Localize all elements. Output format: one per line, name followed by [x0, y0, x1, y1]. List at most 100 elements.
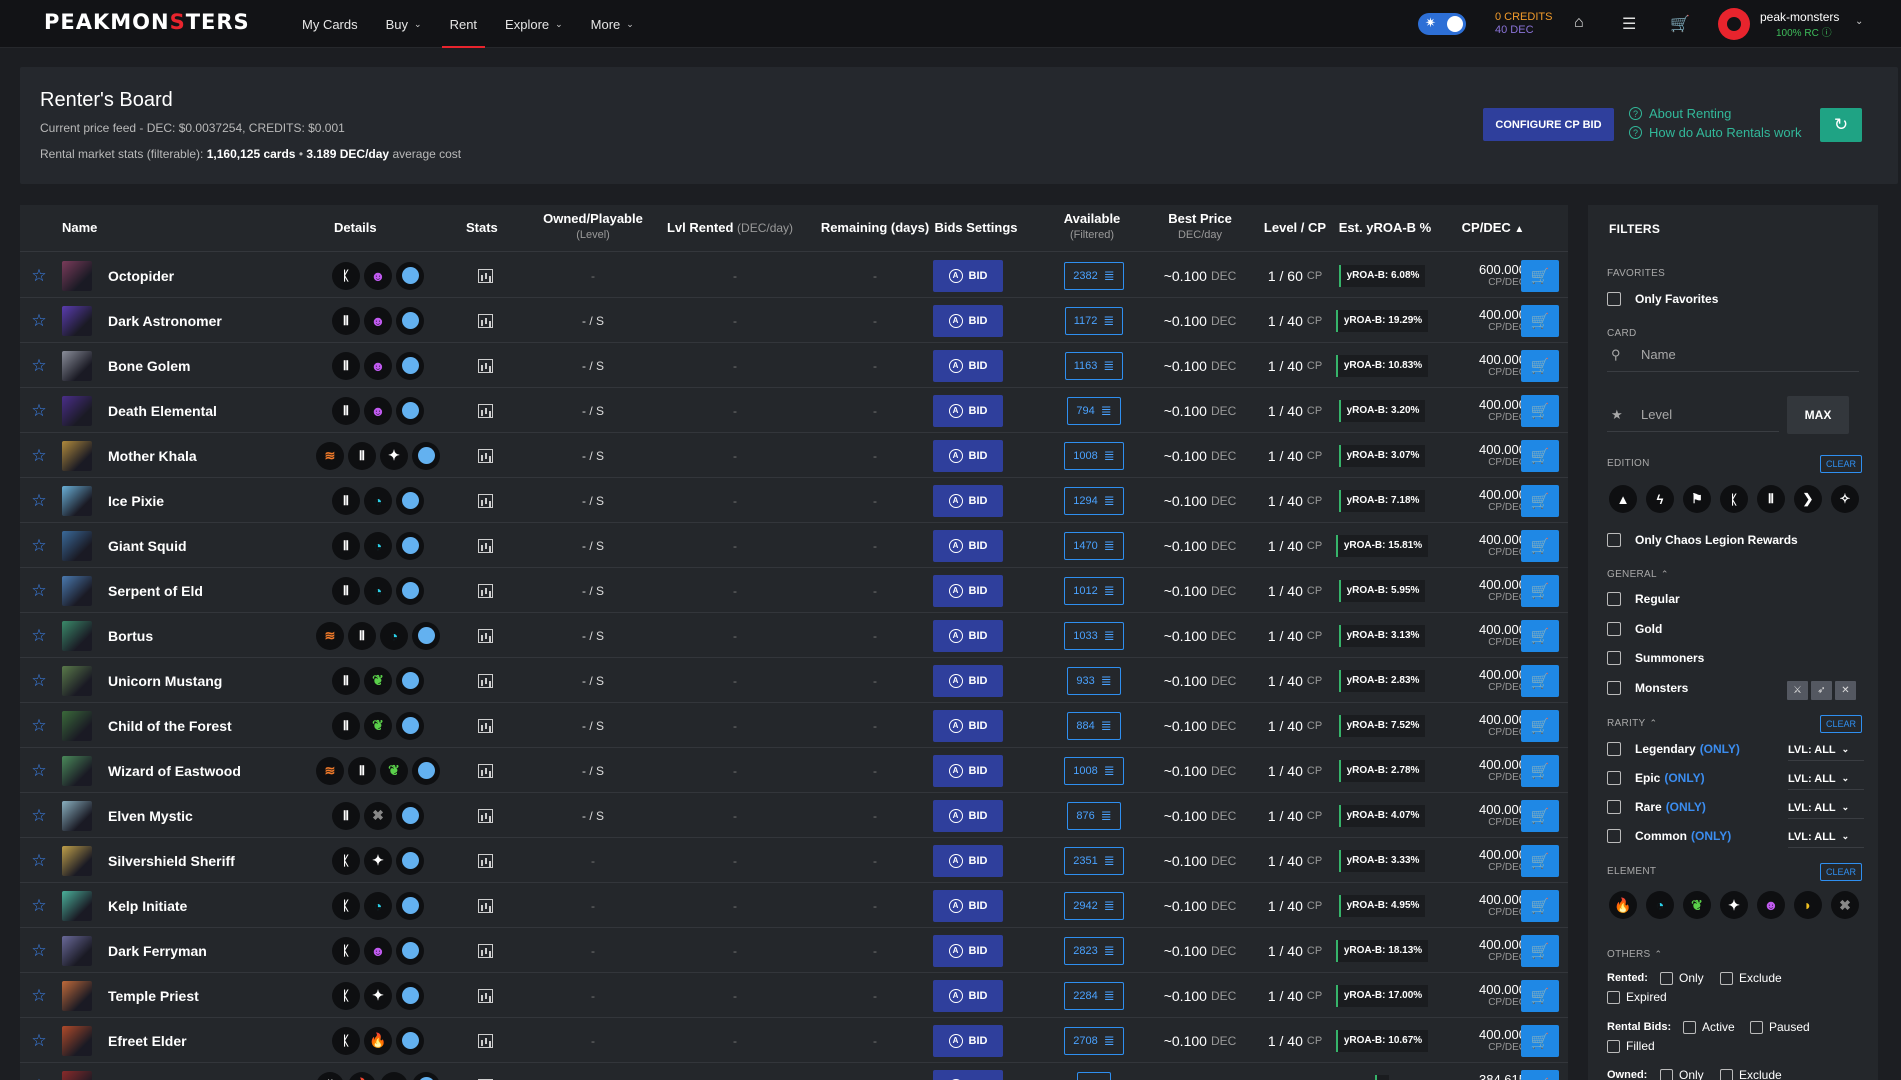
table-row[interactable]: ☆ Child of the Forest Ⅱ ❦ - / S - - A BID 884 ≣ ~0.… [20, 703, 1568, 748]
auto-rentals-link[interactable]: ? How do Auto Rentals work [1629, 125, 1801, 140]
available-count-button[interactable]: 1470 ≣ [1064, 531, 1124, 560]
life-element-icon[interactable]: ✦ [1720, 891, 1748, 919]
col-remaining[interactable]: Remaining (days) [810, 220, 940, 236]
clear-rarity-button[interactable]: CLEAR [1820, 715, 1862, 733]
favorite-star-icon[interactable]: ☆ [29, 478, 49, 523]
favorite-star-icon[interactable]: ☆ [29, 613, 49, 658]
add-to-cart-button[interactable]: 🛒 [1521, 259, 1559, 292]
name-input[interactable] [1641, 347, 1841, 362]
bid-button[interactable]: ABID [933, 1024, 1003, 1057]
bid-button[interactable]: ABID [933, 709, 1003, 742]
user-avatar[interactable] [1718, 8, 1750, 40]
card-name[interactable]: Death Elemental [108, 388, 217, 433]
earth-element-icon[interactable]: ❦ [1683, 891, 1711, 919]
favorite-star-icon[interactable]: ☆ [29, 793, 49, 838]
available-count-button[interactable]: 1008 ≣ [1064, 756, 1124, 785]
card-thumbnail[interactable] [62, 748, 92, 793]
col-lvl-rented[interactable]: Lvl Rented (DEC/day) [650, 220, 810, 236]
dice-edition-icon[interactable]: ❯ [1794, 485, 1822, 513]
summoners-checkbox[interactable]: Summoners [1607, 651, 1704, 665]
stats-chart-icon[interactable] [472, 1018, 498, 1063]
magic-icon[interactable]: ✕ [1835, 681, 1856, 700]
dragon-element-icon[interactable]: ◗ [1794, 891, 1822, 919]
fire-element-icon[interactable]: 🔥 [1609, 891, 1637, 919]
available-count-button[interactable]: 2284 ≣ [1064, 981, 1124, 1010]
bid-button[interactable]: ABID [933, 394, 1003, 427]
table-row[interactable]: ☆ Dark Astronomer Ⅱ ☻ - / S - - A BID 1172 ≣ ~0.100… [20, 298, 1568, 343]
add-to-cart-button[interactable]: 🛒 [1521, 844, 1559, 877]
table-row[interactable]: ☆ Bone Golem Ⅱ ☻ - / S - - A BID 1163 ≣ ~0.100 DEC 1 … [20, 343, 1568, 388]
card-thumbnail[interactable] [62, 793, 92, 838]
rarity-level-select[interactable]: LVL: ALL ⌄ [1788, 826, 1864, 848]
chaos-edition-icon[interactable]: ✧ [1831, 485, 1859, 513]
chevron-down-icon[interactable]: ⌄ [1855, 16, 1863, 27]
bid-button[interactable]: ABID [933, 979, 1003, 1012]
bid-button[interactable]: ABID [933, 1069, 1003, 1080]
card-thumbnail[interactable] [62, 1063, 92, 1080]
card-name[interactable]: Silvershield Sheriff [108, 838, 235, 883]
stats-chart-icon[interactable] [472, 838, 498, 883]
col-available[interactable]: Available (Filtered) [1042, 211, 1142, 243]
card-thumbnail[interactable] [62, 343, 92, 388]
card-name[interactable]: Kelp Initiate [108, 883, 187, 928]
card-thumbnail[interactable] [62, 388, 92, 433]
section-rarity[interactable]: RARITY ⌃ [1607, 718, 1657, 729]
card-name[interactable]: Serpent of Eld [108, 568, 203, 613]
level-input[interactable] [1641, 407, 1761, 422]
bid-button[interactable]: ABID [933, 349, 1003, 382]
favorite-star-icon[interactable]: ☆ [29, 838, 49, 883]
table-row[interactable]: ☆ Mother Khala ≋ Ⅱ ✦ - / S - - A BID 1008 ≣ ~0.100 DE… [20, 433, 1568, 478]
add-to-cart-button[interactable]: 🛒 [1521, 709, 1559, 742]
available-count-button[interactable]: 876 ≣ [1067, 801, 1121, 830]
add-to-cart-button[interactable]: 🛒 [1521, 484, 1559, 517]
favorite-star-icon[interactable]: ☆ [29, 703, 49, 748]
available-count-button[interactable]: 2942 ≣ [1064, 891, 1124, 920]
rented-only-checkbox[interactable]: Only [1660, 971, 1704, 985]
add-to-cart-button[interactable]: 🛒 [1521, 1024, 1559, 1057]
table-row[interactable]: ☆ Death Elemental Ⅱ ☻ - / S - - A BID 794 ≣ ~0.100 D… [20, 388, 1568, 433]
available-count-button[interactable]: 1012 ≣ [1064, 576, 1124, 605]
regular-checkbox[interactable]: Regular [1607, 592, 1680, 606]
bid-button[interactable]: ABID [933, 259, 1003, 292]
rarity-level-select[interactable]: LVL: ALL ⌄ [1788, 797, 1864, 819]
rarity-only-link[interactable]: (ONLY) [1700, 742, 1740, 756]
stats-chart-icon[interactable] [472, 928, 498, 973]
gold-checkbox[interactable]: Gold [1607, 622, 1662, 636]
card-name[interactable]: Efreet Elder [108, 1018, 187, 1063]
username[interactable]: peak-monsters [1760, 10, 1839, 24]
bid-button[interactable]: ABID [933, 484, 1003, 517]
layers-icon[interactable]: ☰ [1622, 14, 1636, 34]
rarity-only-link[interactable]: (ONLY) [1691, 829, 1731, 843]
favorite-star-icon[interactable]: ☆ [29, 1063, 49, 1080]
col-yroa[interactable]: Est. yROA-B % [1322, 220, 1448, 236]
stats-chart-icon[interactable] [472, 523, 498, 568]
card-thumbnail[interactable] [62, 613, 92, 658]
card-name[interactable]: Temple Priest [108, 973, 199, 1018]
add-to-cart-button[interactable]: 🛒 [1521, 754, 1559, 787]
rented-exclude-checkbox[interactable]: Exclude [1720, 971, 1782, 985]
table-row[interactable]: ☆ Ice Pixie Ⅱ ◔ - / S - - A BID 1294 ≣ ~0.100 DEC 1 /… [20, 478, 1568, 523]
nav-item-buy[interactable]: Buy ⌄ [372, 0, 436, 48]
favorite-star-icon[interactable]: ☆ [29, 523, 49, 568]
table-row[interactable]: ☆ Giant Squid Ⅱ ◔ - / S - - A BID 1470 ≣ ~0.100 DEC 1… [20, 523, 1568, 568]
add-to-cart-button[interactable]: 🛒 [1521, 304, 1559, 337]
nav-item-my-cards[interactable]: My Cards [288, 0, 372, 48]
add-to-cart-button[interactable]: 🛒 [1521, 664, 1559, 697]
max-level-button[interactable]: MAX [1787, 396, 1849, 434]
rarity-common-checkbox[interactable]: Common (ONLY) [1607, 829, 1731, 843]
bids-active-checkbox[interactable]: Active [1683, 1020, 1735, 1034]
favorite-star-icon[interactable]: ☆ [29, 658, 49, 703]
card-thumbnail[interactable] [62, 838, 92, 883]
only-chaos-checkbox[interactable]: Only Chaos Legion Rewards [1607, 533, 1798, 547]
card-name[interactable]: Bone Golem [108, 343, 190, 388]
favorite-star-icon[interactable]: ☆ [29, 1018, 49, 1063]
favorite-star-icon[interactable]: ☆ [29, 343, 49, 388]
available-count-button[interactable]: 2382 ≣ [1064, 261, 1124, 290]
col-name[interactable]: Name [62, 220, 97, 236]
stats-chart-icon[interactable] [472, 478, 498, 523]
card-name[interactable]: Elven Mystic [108, 793, 193, 838]
stats-chart-icon[interactable] [472, 388, 498, 433]
favorite-star-icon[interactable]: ☆ [29, 433, 49, 478]
bid-button[interactable]: ABID [933, 529, 1003, 562]
table-row[interactable]: ☆ Efreet Elder ᛕ 🔥 - - - A BID 2708 ≣ ~0.100 DEC 1 / … [20, 1018, 1568, 1063]
